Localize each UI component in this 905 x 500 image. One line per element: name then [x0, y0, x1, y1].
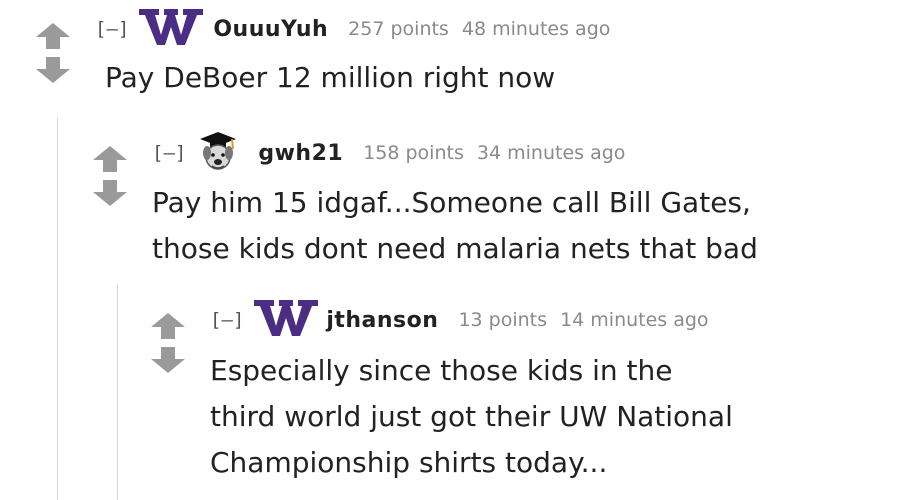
- timestamp[interactable]: 14 minutes ago: [560, 309, 709, 331]
- timestamp[interactable]: 48 minutes ago: [462, 18, 611, 40]
- comment-text-line: Especially since those kids in the: [210, 354, 673, 387]
- downvote-arrow-icon[interactable]: [92, 179, 128, 207]
- vote-arrows: [35, 22, 75, 86]
- comment-header: [–] gwh21 158 points 34 minutes ago: [152, 130, 625, 176]
- comment-text-line: third world just got their UW National: [210, 400, 733, 433]
- comment-meta: 158 points 34 minutes ago: [363, 142, 625, 164]
- comment-body: Pay him 15 idgaf...Someone call Bill Gat…: [152, 180, 758, 272]
- points-count: 257 points: [348, 18, 449, 40]
- comment-meta: 257 points 48 minutes ago: [348, 18, 610, 40]
- upvote-arrow-icon[interactable]: [150, 312, 186, 340]
- comment-body: Especially since those kids in the third…: [210, 348, 733, 486]
- comment-text-line: Championship shirts today...: [210, 446, 608, 479]
- downvote-arrow-icon[interactable]: [150, 346, 186, 374]
- vote-arrows: [92, 145, 132, 209]
- points-count: 158 points: [363, 142, 464, 164]
- collapse-toggle[interactable]: [–]: [95, 18, 129, 40]
- points-count: 13 points: [458, 309, 548, 331]
- comment-meta: 13 points 14 minutes ago: [458, 309, 708, 331]
- comment-text-line: those kids dont need malaria nets that b…: [152, 232, 758, 265]
- upvote-arrow-icon[interactable]: [35, 22, 71, 50]
- vote-arrows: [150, 312, 190, 376]
- comment-header: [–] OuuuYuh 257 points 48 minutes ago: [95, 6, 610, 52]
- author-link[interactable]: jthanson: [326, 308, 438, 333]
- collapse-toggle[interactable]: [–]: [152, 142, 186, 164]
- comment-text-line: Pay DeBoer 12 million right now: [105, 61, 556, 94]
- uw-w-logo-icon: [254, 298, 319, 342]
- downvote-arrow-icon[interactable]: [35, 56, 71, 84]
- thread-line-level-2: [117, 285, 118, 500]
- uw-w-logo-icon: [139, 7, 204, 51]
- comment-header: [–] jthanson 13 points 14 minutes ago: [210, 297, 709, 343]
- author-link[interactable]: gwh21: [258, 141, 343, 166]
- collapse-toggle[interactable]: [–]: [210, 309, 244, 331]
- comment-body: Pay DeBoer 12 million right now: [105, 55, 555, 101]
- timestamp[interactable]: 34 minutes ago: [477, 142, 626, 164]
- upvote-arrow-icon[interactable]: [92, 145, 128, 173]
- comment-text-line: Pay him 15 idgaf...Someone call Bill Gat…: [152, 186, 751, 219]
- husky-mascot-icon: [196, 129, 240, 177]
- thread-line-level-1: [57, 118, 58, 500]
- author-link[interactable]: OuuuYuh: [213, 17, 328, 42]
